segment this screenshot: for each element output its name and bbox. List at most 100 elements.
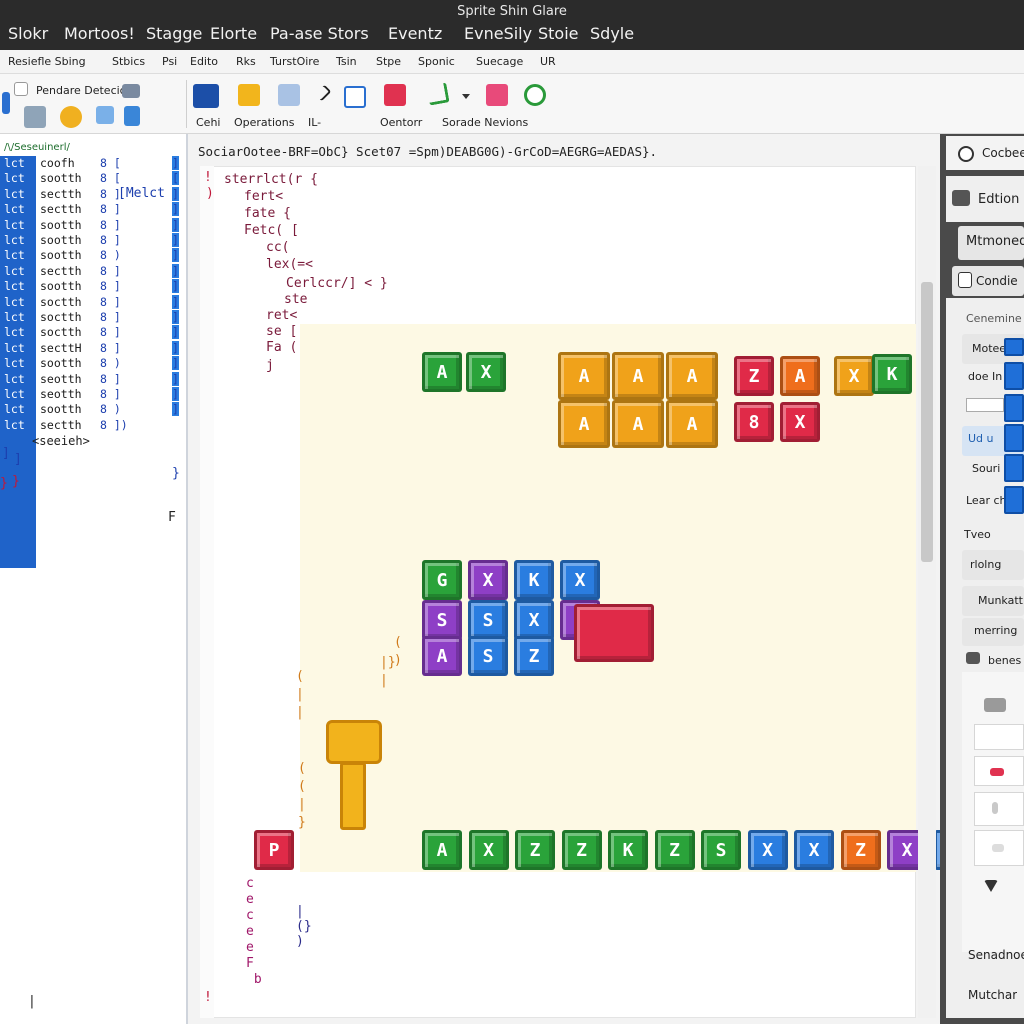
blue-tab[interactable] xyxy=(1004,424,1024,452)
code-block[interactable]: 8 xyxy=(734,402,774,442)
code-block[interactable]: X xyxy=(834,356,874,396)
graph-icon[interactable] xyxy=(426,82,450,106)
panel-item[interactable]: merring xyxy=(974,624,1017,637)
code-block[interactable]: Z xyxy=(514,636,554,676)
hand-icon[interactable] xyxy=(60,106,82,128)
panel-item[interactable]: rlolng xyxy=(970,558,1001,571)
sprite-row[interactable]: lct soctth 8 ]] xyxy=(0,310,188,325)
ribbon-tab[interactable]: Suecage xyxy=(476,55,523,68)
sprite-row[interactable]: lct sectth 8 ]] xyxy=(0,202,188,217)
code-block[interactable]: A xyxy=(666,400,718,448)
ribbon-tab[interactable]: UR xyxy=(540,55,556,68)
sprite-row[interactable]: lct seotth 8 ]] xyxy=(0,371,188,387)
sprite-row[interactable]: lct seotth 8 ]] xyxy=(0,387,188,402)
blue-tab[interactable] xyxy=(1004,394,1024,422)
code-block[interactable]: S xyxy=(468,636,508,676)
blue-tab[interactable] xyxy=(1004,362,1024,390)
thumb-cell[interactable] xyxy=(974,724,1024,750)
code-block[interactable]: S xyxy=(701,830,741,870)
ribbon-tab[interactable]: TurstOire xyxy=(270,55,319,68)
code-block[interactable]: A xyxy=(780,356,820,396)
blue-tab[interactable] xyxy=(1004,486,1024,514)
event-icon[interactable] xyxy=(384,84,406,106)
code-line[interactable]: sterrlct(r { xyxy=(224,172,318,187)
code-block[interactable]: Z xyxy=(515,830,555,870)
code-block[interactable]: A xyxy=(422,636,462,676)
slider-input[interactable] xyxy=(966,398,1004,412)
file-icon[interactable] xyxy=(958,272,972,288)
code-block[interactable]: X xyxy=(466,352,506,392)
code-line[interactable]: j xyxy=(266,358,274,373)
menu-item[interactable]: Stagge xyxy=(146,24,202,43)
panel-item[interactable]: Souri xyxy=(972,462,1000,475)
panel-item[interactable]: Mtmoned xyxy=(966,234,1024,249)
window-icon[interactable] xyxy=(122,84,140,98)
code-block[interactable]: A xyxy=(666,352,718,400)
code-block[interactable]: S xyxy=(422,600,462,640)
panel-item[interactable]: doe In xyxy=(968,370,1002,383)
sprite-row[interactable]: lct soctth 8 ]] xyxy=(0,325,188,340)
checkbox-icon[interactable] xyxy=(14,82,28,96)
ribbon-tab[interactable]: Sponic xyxy=(418,55,455,68)
ribbon-tab[interactable]: Tsin xyxy=(336,55,357,68)
thumb-cell[interactable] xyxy=(974,792,1024,826)
sprite-row[interactable]: lct sootth 8 )] xyxy=(0,356,188,371)
operations-icon[interactable] xyxy=(278,84,300,106)
code-block[interactable]: A xyxy=(422,830,462,870)
code-block[interactable]: K xyxy=(608,830,648,870)
code-line[interactable]: Cerlccr/] < } xyxy=(286,276,388,291)
panel-item[interactable]: Munkatt xyxy=(978,594,1023,607)
sprite-icon[interactable] xyxy=(193,84,219,108)
code-block[interactable]: K xyxy=(514,560,554,600)
panel-item[interactable]: Ud u xyxy=(968,432,994,445)
folder-icon[interactable] xyxy=(238,84,260,106)
code-block[interactable]: X xyxy=(560,560,600,600)
menu-item[interactable]: Sdyle xyxy=(590,24,634,43)
record-icon[interactable] xyxy=(524,84,546,106)
code-block[interactable]: Z xyxy=(654,830,695,870)
sprite-row[interactable]: lct sootth 8 [[ xyxy=(0,171,188,186)
menu-item[interactable]: Slokr xyxy=(8,24,48,43)
sprite-row[interactable]: lct sootth 8 ]] xyxy=(0,233,188,248)
code-block[interactable]: A xyxy=(558,352,610,400)
key-sprite-handle[interactable] xyxy=(340,762,366,830)
panel-item[interactable]: Mutchar xyxy=(968,988,1017,1002)
code-block[interactable]: S xyxy=(468,600,508,640)
code-line[interactable]: Fa ( xyxy=(266,340,297,355)
code-block[interactable]: Z xyxy=(734,356,774,396)
code-block[interactable]: X xyxy=(514,600,554,640)
ribbon-tab[interactable]: Stpe xyxy=(376,55,401,68)
blue-tab[interactable] xyxy=(1004,338,1024,356)
code-block[interactable]: A xyxy=(422,352,462,392)
chevron-right-icon[interactable] xyxy=(314,84,332,102)
panel-item[interactable]: Edtion xyxy=(978,192,1019,207)
link-icon[interactable] xyxy=(124,106,140,126)
code-line[interactable]: ret< xyxy=(266,308,297,323)
doc-icon[interactable] xyxy=(952,190,970,206)
menu-item[interactable]: Elorte xyxy=(210,24,257,43)
ribbon-tab[interactable]: Rks xyxy=(236,55,256,68)
code-line[interactable]: fert< xyxy=(244,189,283,204)
code-line[interactable]: lex(=< xyxy=(266,257,313,272)
thumb-icon[interactable] xyxy=(984,698,1006,712)
key-sprite-head[interactable] xyxy=(326,720,382,764)
sprite-row[interactable]: lct sootth 8 ]] xyxy=(0,217,188,233)
sprite-row[interactable]: lct soctth 8 ]] xyxy=(0,294,188,310)
code-block[interactable]: Z xyxy=(840,830,881,870)
menu-item[interactable]: Mortoos! xyxy=(64,24,135,43)
sprite-row[interactable]: lct sectth 8 ]) xyxy=(0,418,188,433)
code-line[interactable]: Fetc( [ xyxy=(244,223,299,238)
code-line[interactable]: ste xyxy=(284,292,307,307)
panel-item[interactable]: benes xyxy=(988,654,1021,667)
red-sprite[interactable] xyxy=(574,604,654,662)
code-block[interactable]: X xyxy=(747,830,788,870)
blue-tab[interactable] xyxy=(1004,454,1024,482)
sprite-row[interactable]: lct coofh 8 [] xyxy=(0,156,188,171)
sprite-row[interactable]: lct sootth 8 )] xyxy=(0,248,188,263)
code-block[interactable]: X xyxy=(468,830,509,870)
code-line[interactable]: cc( xyxy=(266,240,289,255)
ribbon-tab[interactable]: Psi xyxy=(162,55,177,68)
sprite-row[interactable]: lct sootth 8 ]] xyxy=(0,279,188,294)
sprite-row[interactable]: lct secttH 8 ]] xyxy=(0,340,188,356)
code-block[interactable]: X xyxy=(794,830,834,870)
